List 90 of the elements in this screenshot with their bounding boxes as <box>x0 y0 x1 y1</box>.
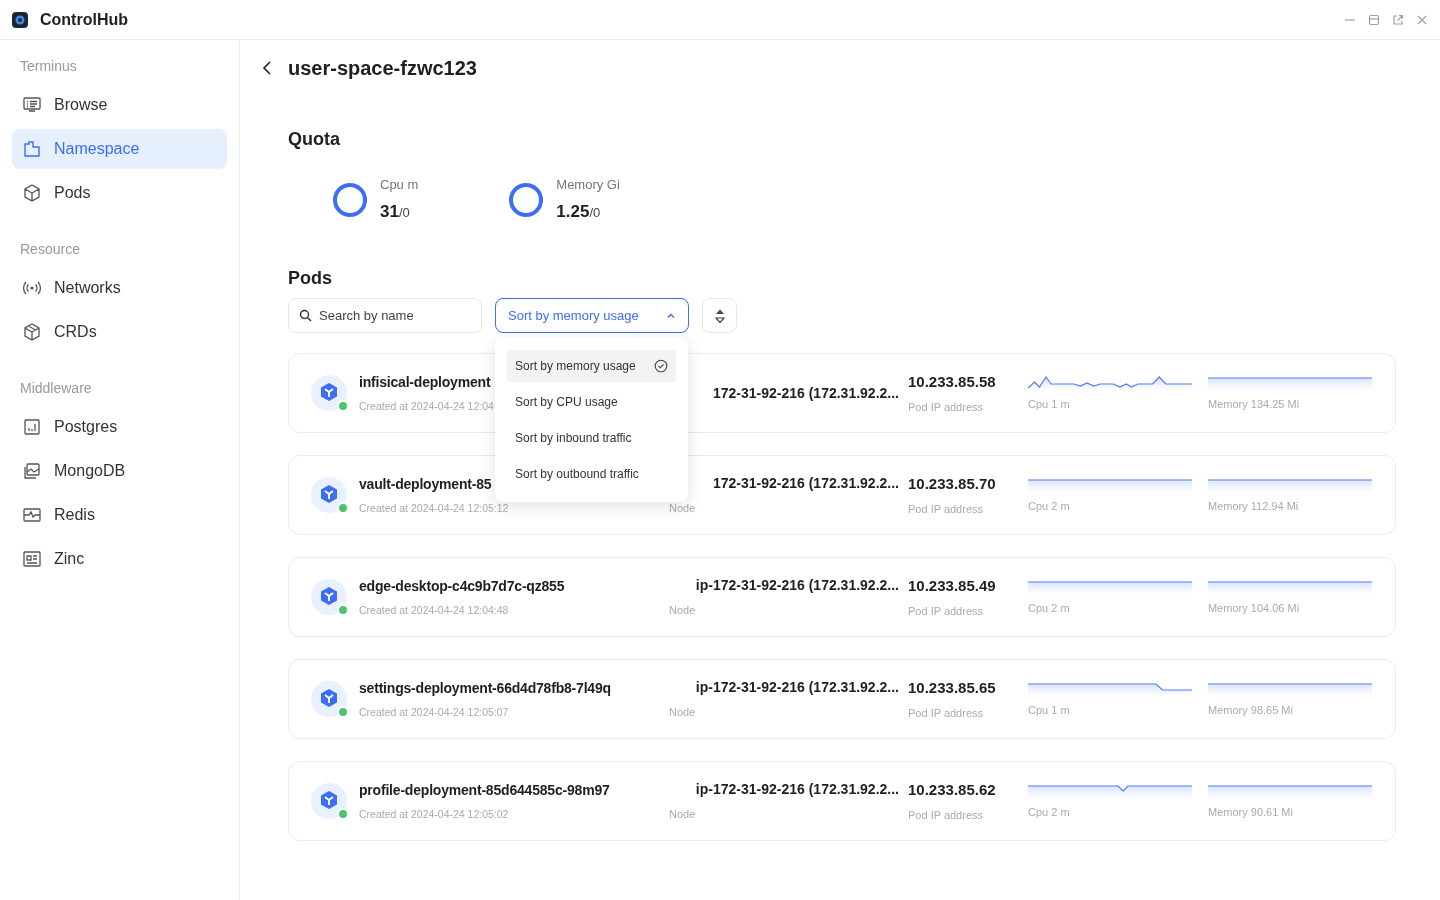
sort-order-button[interactable] <box>702 298 737 333</box>
pod-ip: 10.233.85.65 <box>908 677 997 698</box>
created-time: Created at 2024-04-24 12:05:02 <box>359 806 509 822</box>
sidebar-section-title: Terminus <box>19 57 78 76</box>
sort-option[interactable]: Sort by outbound traffic <box>507 458 676 490</box>
quota-label: Cpu m <box>380 176 419 194</box>
pod-name: vault-deployment-85 <box>359 474 492 494</box>
pod-icon <box>311 783 347 819</box>
pod-icon <box>311 375 347 411</box>
sidebar-item[interactable]: Postgres <box>12 407 227 447</box>
node-label: Node <box>669 501 696 517</box>
pulse-icon <box>22 505 42 525</box>
node-label: Node <box>669 705 696 721</box>
ip-label: Pod IP address <box>908 502 984 517</box>
sort-order-icon <box>713 307 726 324</box>
bar-chart-icon <box>22 417 42 437</box>
pod-name: edge-desktop-c4c9b7d7c-qz855 <box>359 576 565 596</box>
sidebar-item[interactable]: Namespace <box>12 129 227 169</box>
ring-icon <box>332 181 368 218</box>
quota-value: 31/0 <box>380 200 411 223</box>
image-stack-icon <box>22 461 42 481</box>
cpu-usage: Cpu 2 m <box>1028 498 1071 514</box>
sidebar-item[interactable]: MongoDB <box>12 451 227 491</box>
node-label: Node <box>669 603 696 619</box>
card-icon <box>22 549 42 569</box>
close-icon[interactable] <box>1416 13 1428 26</box>
ip-label: Pod IP address <box>908 604 984 619</box>
ip-label: Pod IP address <box>908 706 984 721</box>
external-link-icon[interactable] <box>1392 13 1404 26</box>
sidebar-item[interactable]: Pods <box>12 173 227 213</box>
pod-card[interactable]: settings-deployment-66d4d78fb8-7l49q Created at 2024-04-24 12:05:07 ip-172-31-92-216 (172.31.92.2... Node 10.233.85.65 Pod IP address Cpu 1 m Memory 98.65 Mi <box>288 659 1396 739</box>
restore-icon[interactable] <box>1368 13 1380 26</box>
memory-usage: Memory 104.06 Mi <box>1208 600 1301 616</box>
ip-label: Pod IP address <box>908 808 984 823</box>
sidebar-item[interactable]: Browse <box>12 85 227 125</box>
sidebar-item[interactable]: Networks <box>12 268 227 308</box>
section-title: Pods <box>288 267 333 290</box>
search-field[interactable]: Search by name <box>288 298 482 333</box>
pod-card[interactable]: edge-desktop-c4c9b7d7c-qz855 Created at 2024-04-24 12:04:48 ip-172-31-92-216 (172.31.92.2... Node 10.233.85.49 Pod IP address Cpu 2 m Memory 104.06 Mi <box>288 557 1396 637</box>
sidebar-item[interactable]: Redis <box>12 495 227 535</box>
pod-ip: 10.233.85.62 <box>908 779 997 800</box>
pod-icon <box>311 681 347 717</box>
sort-dropdown[interactable]: Sort by memory usage <box>495 298 689 333</box>
sort-option[interactable]: Sort by memory usage <box>507 350 676 382</box>
ring-icon <box>508 181 545 218</box>
section-title: Quota <box>288 128 341 151</box>
pod-icon <box>311 477 347 513</box>
monitor-list-icon <box>22 95 42 115</box>
cpu-usage: Cpu 2 m <box>1028 804 1071 820</box>
pod-icon <box>311 579 347 615</box>
created-time: Created at 2024-04-24 12:04 <box>359 398 494 414</box>
created-time: Created at 2024-04-24 12:05:07 <box>359 704 509 720</box>
cpu-usage: Cpu 1 m <box>1028 702 1071 718</box>
created-time: Created at 2024-04-24 12:04:48 <box>359 602 509 618</box>
memory-usage: Memory 90.61 Mi <box>1208 804 1294 820</box>
sidebar-item[interactable]: Zinc <box>12 539 227 579</box>
check-circle-icon <box>654 359 668 373</box>
pod-name: profile-deployment-85d644585c-98m97 <box>359 780 610 800</box>
pod-ip: 10.233.85.49 <box>908 575 997 596</box>
ip-label: Pod IP address <box>908 400 984 415</box>
cpu-usage: Cpu 2 m <box>1028 600 1071 616</box>
memory-usage: Memory 98.65 Mi <box>1208 702 1294 718</box>
sidebar-section-title: Middleware <box>19 379 93 398</box>
node-name: ip-172-31-92-216 (172.31.92.2... <box>695 780 899 800</box>
search-icon <box>299 309 312 322</box>
quota-label: Memory Gi <box>556 176 620 194</box>
cube-icon <box>22 183 42 203</box>
cube-icon <box>22 322 42 342</box>
sort-option[interactable]: Sort by CPU usage <box>507 386 676 418</box>
node-label: Node <box>669 807 696 823</box>
quota-value: 1.25/0 <box>556 200 602 223</box>
pod-name: settings-deployment-66d4d78fb8-7l49q <box>359 678 611 698</box>
pod-ip: 10.233.85.58 <box>908 371 997 392</box>
app-logo-icon <box>12 11 28 28</box>
pod-ip: 10.233.85.70 <box>908 473 997 494</box>
node-name: 172-31-92-216 (172.31.92.2... <box>712 383 899 403</box>
node-name: 172-31-92-216 (172.31.92.2... <box>712 474 899 494</box>
window-title: ControlHub <box>40 9 128 30</box>
node-name: ip-172-31-92-216 (172.31.92.2... <box>695 576 899 596</box>
pod-name: infisical-deployment <box>359 372 491 392</box>
folder-icon <box>22 139 42 159</box>
memory-usage: Memory 134.25 Mi <box>1208 396 1301 412</box>
memory-usage: Memory 112.94 Mi <box>1208 498 1300 514</box>
sidebar-section-title: Resource <box>19 240 81 259</box>
node-name: ip-172-31-92-216 (172.31.92.2... <box>695 678 899 698</box>
pod-card[interactable]: profile-deployment-85d644585c-98m97 Created at 2024-04-24 12:05:02 ip-172-31-92-216 (172.31.92.2... Node 10.233.85.62 Pod IP address Cpu 2 m Memory 90.61 Mi <box>288 761 1396 841</box>
page-title: user-space-fzwc123 <box>288 56 477 81</box>
cpu-usage: Cpu 1 m <box>1028 396 1071 412</box>
created-time: Created at 2024-04-24 12:05:12 <box>359 500 509 516</box>
sidebar-item[interactable]: CRDs <box>12 312 227 352</box>
